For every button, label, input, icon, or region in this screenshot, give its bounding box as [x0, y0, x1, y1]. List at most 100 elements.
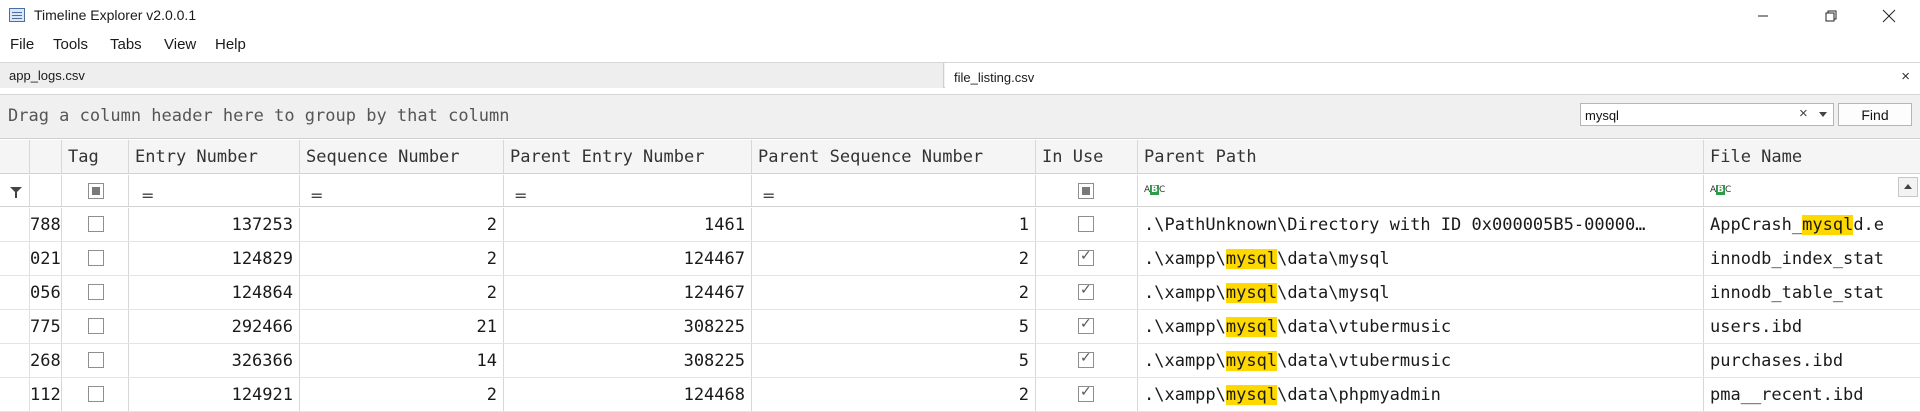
- column-header-file-name[interactable]: File Name: [1704, 140, 1896, 173]
- cell-parent-entry-number[interactable]: 1461: [504, 208, 752, 241]
- cell-line[interactable]: 788: [30, 208, 62, 241]
- column-header-tag[interactable]: Tag: [62, 140, 129, 173]
- cell-file-name[interactable]: purchases.ibd: [1704, 344, 1896, 377]
- cell-entry-number[interactable]: 124829: [129, 242, 300, 275]
- column-header-parent-sequence-number[interactable]: Parent Sequence Number: [752, 140, 1036, 173]
- filter-checkbox[interactable]: [88, 183, 104, 199]
- filter-cell-in-use[interactable]: [1036, 175, 1138, 206]
- cell-parent-sequence-number[interactable]: 5: [752, 344, 1036, 377]
- in-use-checkbox[interactable]: [1078, 216, 1094, 232]
- close-button[interactable]: [1866, 0, 1912, 32]
- cell-file-name[interactable]: innodb_table_stat: [1704, 276, 1896, 309]
- menu-file[interactable]: File: [10, 36, 34, 53]
- scroll-up-button[interactable]: [1898, 177, 1918, 197]
- filter-cell-parent-sequence-number[interactable]: =: [752, 175, 1036, 206]
- filter-cell-line[interactable]: [30, 175, 62, 206]
- group-panel[interactable]: Drag a column header here to group by th…: [0, 94, 1920, 139]
- table-row[interactable]: 021 124829 2 124467 2 .\xampp\mysql\data\mysq…: [0, 242, 1920, 276]
- cell-parent-sequence-number[interactable]: 5: [752, 310, 1036, 343]
- search-box[interactable]: ×: [1580, 103, 1834, 126]
- cell-parent-sequence-number[interactable]: 1: [752, 208, 1036, 241]
- tag-checkbox[interactable]: [88, 284, 104, 300]
- filter-cell-entry-number[interactable]: =: [129, 175, 300, 206]
- cell-parent-sequence-number[interactable]: 2: [752, 378, 1036, 411]
- tag-checkbox[interactable]: [88, 386, 104, 402]
- cell-parent-entry-number[interactable]: 124467: [504, 242, 752, 275]
- cell-parent-entry-number[interactable]: 124468: [504, 378, 752, 411]
- cell-entry-number[interactable]: 292466: [129, 310, 300, 343]
- tag-checkbox[interactable]: [88, 250, 104, 266]
- cell-line[interactable]: 021: [30, 242, 62, 275]
- minimize-button[interactable]: [1740, 0, 1786, 32]
- cell-tag[interactable]: [62, 310, 129, 343]
- cell-entry-number[interactable]: 124864: [129, 276, 300, 309]
- cell-sequence-number[interactable]: 2: [300, 242, 504, 275]
- cell-sequence-number[interactable]: 2: [300, 276, 504, 309]
- in-use-checkbox[interactable]: [1078, 282, 1094, 300]
- cell-file-name[interactable]: AppCrash_mysqld.e: [1704, 208, 1896, 241]
- cell-parent-entry-number[interactable]: 308225: [504, 310, 752, 343]
- in-use-checkbox[interactable]: [1078, 350, 1094, 368]
- cell-sequence-number[interactable]: 2: [300, 378, 504, 411]
- tag-checkbox[interactable]: [88, 318, 104, 334]
- cell-entry-number[interactable]: 124921: [129, 378, 300, 411]
- menu-tools[interactable]: Tools: [53, 36, 88, 53]
- filter-cell-parent-entry-number[interactable]: =: [504, 175, 752, 206]
- cell-parent-path[interactable]: .\PathUnknown\Directory with ID 0x000005…: [1138, 208, 1704, 241]
- restore-button[interactable]: [1808, 0, 1854, 32]
- column-header-in-use[interactable]: In Use: [1036, 140, 1138, 173]
- filter-checkbox[interactable]: [1078, 183, 1094, 199]
- cell-sequence-number[interactable]: 2: [300, 208, 504, 241]
- filter-cell-file-name[interactable]: ABC: [1704, 175, 1896, 206]
- cell-line[interactable]: 268: [30, 344, 62, 377]
- tag-checkbox[interactable]: [88, 216, 104, 232]
- find-button[interactable]: Find: [1838, 103, 1912, 126]
- tab-close-icon[interactable]: ×: [1901, 68, 1910, 85]
- table-row[interactable]: 268 326366 14 308225 5 .\xampp\mysql\data\vtu…: [0, 344, 1920, 378]
- table-row[interactable]: 112 124921 2 124468 2 .\xampp\mysql\data\phpm…: [0, 378, 1920, 412]
- cell-line[interactable]: 056: [30, 276, 62, 309]
- cell-entry-number[interactable]: 326366: [129, 344, 300, 377]
- cell-parent-path[interactable]: .\xampp\mysql\data\vtubermusic: [1138, 310, 1704, 343]
- cell-parent-sequence-number[interactable]: 2: [752, 276, 1036, 309]
- cell-in-use[interactable]: [1036, 242, 1138, 275]
- cell-file-name[interactable]: users.ibd: [1704, 310, 1896, 343]
- cell-tag[interactable]: [62, 344, 129, 377]
- cell-tag[interactable]: [62, 208, 129, 241]
- in-use-checkbox[interactable]: [1078, 316, 1094, 334]
- search-input[interactable]: [1581, 104, 1791, 125]
- chevron-down-icon[interactable]: [1819, 112, 1827, 117]
- cell-file-name[interactable]: innodb_index_stat: [1704, 242, 1896, 275]
- tab-file-listing[interactable]: file_listing.csv ×: [945, 63, 1920, 88]
- column-header-parent-path[interactable]: Parent Path: [1138, 140, 1704, 173]
- tag-checkbox[interactable]: [88, 352, 104, 368]
- table-row[interactable]: 788 137253 2 1461 1 .\PathUnknown\Directory w…: [0, 208, 1920, 242]
- cell-in-use[interactable]: [1036, 276, 1138, 309]
- column-header-sequence-number[interactable]: Sequence Number: [300, 140, 504, 173]
- clear-search-icon[interactable]: ×: [1799, 105, 1808, 122]
- column-header-line[interactable]: [30, 140, 62, 173]
- cell-sequence-number[interactable]: 14: [300, 344, 504, 377]
- cell-line[interactable]: 112: [30, 378, 62, 411]
- cell-parent-path[interactable]: .\xampp\mysql\data\phpmyadmin: [1138, 378, 1704, 411]
- cell-tag[interactable]: [62, 242, 129, 275]
- cell-in-use[interactable]: [1036, 310, 1138, 343]
- cell-parent-path[interactable]: .\xampp\mysql\data\mysql: [1138, 276, 1704, 309]
- cell-in-use[interactable]: [1036, 208, 1138, 241]
- filter-cell-tag[interactable]: [62, 175, 129, 206]
- column-header-entry-number[interactable]: Entry Number: [129, 140, 300, 173]
- table-row[interactable]: 056 124864 2 124467 2 .\xampp\mysql\data\mysq…: [0, 276, 1920, 310]
- cell-entry-number[interactable]: 137253: [129, 208, 300, 241]
- table-row[interactable]: 775 292466 21 308225 5 .\xampp\mysql\data\vtu…: [0, 310, 1920, 344]
- menu-help[interactable]: Help: [215, 36, 246, 53]
- tab-app-logs[interactable]: app_logs.csv: [0, 63, 944, 88]
- menu-tabs[interactable]: Tabs: [110, 36, 142, 53]
- in-use-checkbox[interactable]: [1078, 384, 1094, 402]
- cell-in-use[interactable]: [1036, 344, 1138, 377]
- cell-parent-path[interactable]: .\xampp\mysql\data\mysql: [1138, 242, 1704, 275]
- filter-cell-parent-path[interactable]: ABC: [1138, 175, 1704, 206]
- cell-file-name[interactable]: pma__recent.ibd: [1704, 378, 1896, 411]
- in-use-checkbox[interactable]: [1078, 248, 1094, 266]
- menu-view[interactable]: View: [164, 36, 196, 53]
- filter-cell-sequence-number[interactable]: =: [300, 175, 504, 206]
